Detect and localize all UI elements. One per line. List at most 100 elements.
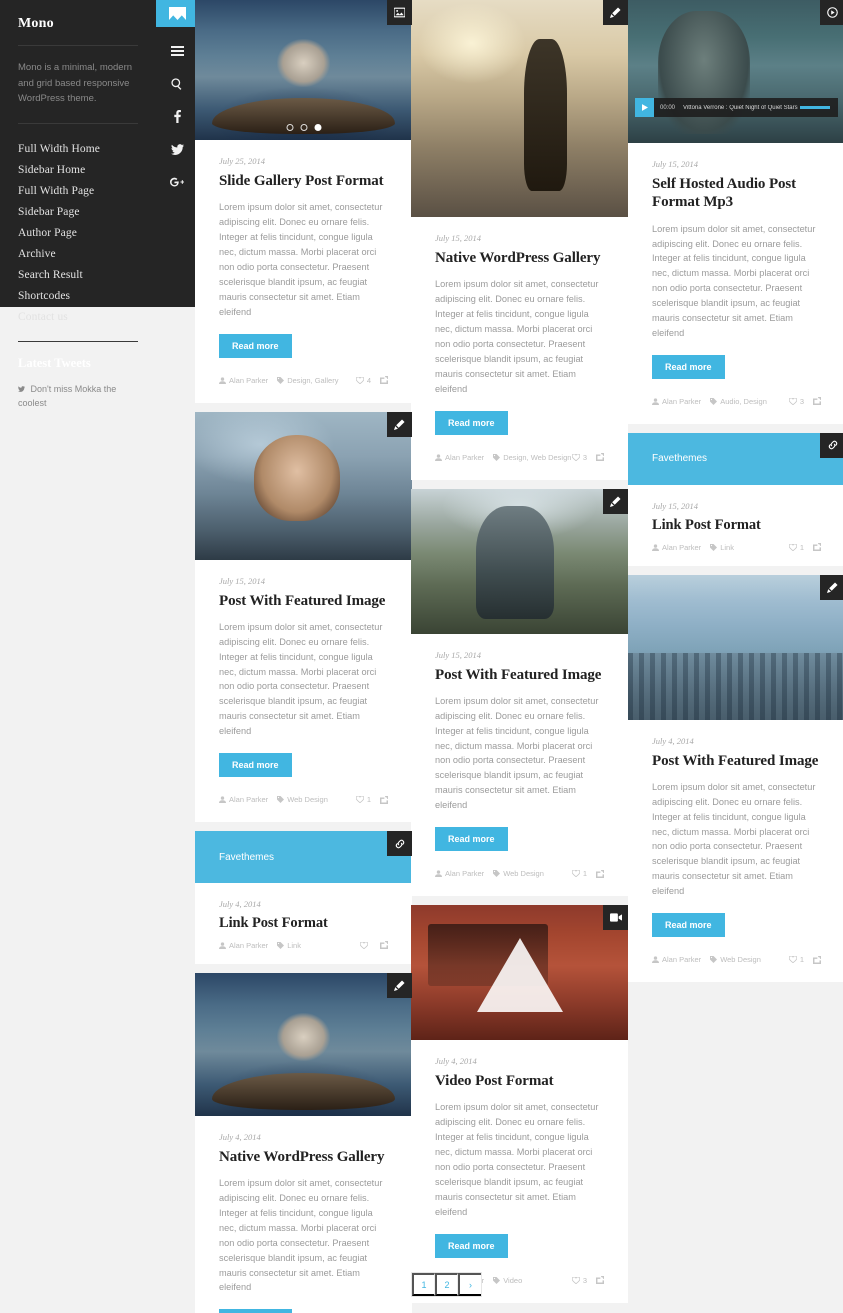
- link-post-header[interactable]: Favethemes: [628, 432, 843, 485]
- audio-player[interactable]: 00:00 Vittoria Verrone : Quiet Night of …: [635, 98, 838, 117]
- post-share[interactable]: [380, 795, 388, 804]
- post-share[interactable]: [813, 397, 821, 406]
- audio-play-button[interactable]: [635, 98, 654, 117]
- play-triangle-icon[interactable]: [476, 938, 563, 1013]
- post-card-audio[interactable]: 00:00 Vittoria Verrone : Quiet Night of …: [628, 0, 843, 424]
- read-more-button[interactable]: Read more: [219, 1309, 292, 1313]
- post-card-link-1[interactable]: Favethemes July 4, 2014 Link Post Format…: [195, 831, 412, 964]
- sidebar-link-sidebar-home[interactable]: Sidebar Home: [18, 159, 138, 180]
- post-card-featured-image-1[interactable]: July 15, 2014 Post With Featured Image L…: [195, 411, 412, 823]
- link-post-header[interactable]: Favethemes: [195, 831, 412, 884]
- pagination[interactable]: 1 2 ›: [411, 1272, 482, 1297]
- sidebar-link-sidebar-page[interactable]: Sidebar Page: [18, 201, 138, 222]
- menu-icon[interactable]: [156, 34, 198, 67]
- sidebar-link-full-width-home[interactable]: Full Width Home: [18, 138, 138, 159]
- post-thumbnail[interactable]: [411, 0, 628, 217]
- post-title[interactable]: Self Hosted Audio Post Format Mp3: [652, 175, 821, 212]
- post-author[interactable]: Alan Parker: [652, 955, 701, 964]
- post-card-link-2[interactable]: Favethemes July 15, 2014 Link Post Forma…: [628, 432, 843, 566]
- pagination-page-1[interactable]: 1: [412, 1273, 435, 1296]
- sidebar-link-search-result[interactable]: Search Result: [18, 264, 138, 285]
- read-more-button[interactable]: Read more: [435, 1233, 508, 1258]
- read-more-button[interactable]: Read more: [219, 333, 292, 358]
- post-share[interactable]: [813, 955, 821, 964]
- post-likes[interactable]: 3: [788, 397, 804, 406]
- post-likes[interactable]: 1: [788, 955, 804, 964]
- sidebar-item-search-result[interactable]: Search Result: [18, 264, 138, 285]
- post-thumbnail-slider[interactable]: [195, 0, 412, 140]
- post-title[interactable]: Post With Featured Image: [652, 752, 821, 770]
- post-categories[interactable]: Video: [493, 1276, 522, 1285]
- post-thumbnail[interactable]: [411, 488, 628, 634]
- sidebar-link-archive[interactable]: Archive: [18, 243, 138, 264]
- post-likes[interactable]: 1: [355, 795, 371, 804]
- google-plus-icon[interactable]: [156, 166, 198, 199]
- sidebar-link-full-width-page[interactable]: Full Width Page: [18, 180, 138, 201]
- sidebar-link-shortcodes[interactable]: Shortcodes: [18, 285, 138, 306]
- sidebar-item-author-page[interactable]: Author Page: [18, 222, 138, 243]
- post-title[interactable]: Post With Featured Image: [219, 592, 388, 610]
- sidebar-link-contact-us[interactable]: Contact us: [18, 306, 138, 327]
- sidebar-link-author-page[interactable]: Author Page: [18, 222, 138, 243]
- search-icon[interactable]: [156, 67, 198, 100]
- post-author[interactable]: Alan Parker: [435, 453, 484, 462]
- post-categories[interactable]: Audio, Design: [710, 397, 767, 406]
- post-title[interactable]: Post With Featured Image: [435, 666, 604, 684]
- post-share[interactable]: [596, 869, 604, 878]
- post-title[interactable]: Link Post Format: [652, 517, 821, 535]
- post-card-featured-image-2[interactable]: July 15, 2014 Post With Featured Image L…: [411, 488, 628, 897]
- sidebar-item-shortcodes[interactable]: Shortcodes: [18, 285, 138, 306]
- sidebar-item-archive[interactable]: Archive: [18, 243, 138, 264]
- post-card-video[interactable]: July 4, 2014 Video Post Format Lorem ips…: [411, 905, 628, 1303]
- slider-dot-2[interactable]: [300, 124, 307, 131]
- post-thumbnail[interactable]: [195, 972, 412, 1116]
- read-more-button[interactable]: Read more: [219, 753, 292, 778]
- slider-dots[interactable]: [286, 124, 321, 131]
- sidebar-item-contact-us[interactable]: Contact us: [18, 306, 138, 327]
- twitter-icon[interactable]: [156, 133, 198, 166]
- read-more-button[interactable]: Read more: [652, 354, 725, 379]
- read-more-button[interactable]: Read more: [435, 827, 508, 852]
- post-card-featured-image-3[interactable]: July 4, 2014 Post With Featured Image Lo…: [628, 574, 843, 983]
- post-categories[interactable]: Link: [277, 941, 301, 950]
- post-likes[interactable]: 1: [571, 869, 587, 878]
- post-share[interactable]: [380, 941, 388, 950]
- post-categories[interactable]: Link: [710, 543, 734, 552]
- post-card-slide-gallery[interactable]: July 25, 2014 Slide Gallery Post Format …: [195, 0, 412, 403]
- audio-volume-slider[interactable]: [800, 106, 830, 109]
- post-card-native-gallery-2[interactable]: July 15, 2014 Native WordPress Gallery L…: [411, 0, 628, 480]
- sidebar-item-sidebar-page[interactable]: Sidebar Page: [18, 201, 138, 222]
- post-share[interactable]: [596, 1276, 604, 1285]
- post-likes[interactable]: [360, 941, 371, 949]
- post-likes[interactable]: 4: [355, 376, 371, 385]
- post-title[interactable]: Video Post Format: [435, 1072, 604, 1090]
- post-thumbnail[interactable]: [195, 411, 412, 560]
- post-title[interactable]: Native WordPress Gallery: [435, 249, 604, 267]
- post-author[interactable]: Alan Parker: [652, 397, 701, 406]
- post-thumbnail-video[interactable]: [411, 905, 628, 1041]
- post-likes[interactable]: 1: [788, 543, 804, 552]
- post-categories[interactable]: Design, Gallery: [277, 376, 338, 385]
- post-thumbnail[interactable]: [628, 574, 843, 720]
- post-categories[interactable]: Design, Web Design: [493, 453, 571, 462]
- sidebar-item-sidebar-home[interactable]: Sidebar Home: [18, 159, 138, 180]
- pagination-next[interactable]: ›: [458, 1273, 481, 1296]
- read-more-button[interactable]: Read more: [435, 410, 508, 435]
- post-author[interactable]: Alan Parker: [219, 376, 268, 385]
- post-categories[interactable]: Web Design: [277, 795, 328, 804]
- post-categories[interactable]: Web Design: [710, 955, 761, 964]
- post-title[interactable]: Slide Gallery Post Format: [219, 172, 388, 190]
- post-likes[interactable]: 3: [571, 453, 587, 462]
- post-author[interactable]: Alan Parker: [219, 941, 268, 950]
- post-share[interactable]: [380, 376, 388, 385]
- post-share[interactable]: [596, 453, 604, 462]
- post-author[interactable]: Alan Parker: [652, 543, 701, 552]
- read-more-button[interactable]: Read more: [652, 913, 725, 938]
- post-author[interactable]: Alan Parker: [435, 869, 484, 878]
- mono-logo-icon[interactable]: [156, 0, 198, 27]
- post-author[interactable]: Alan Parker: [219, 795, 268, 804]
- slider-dot-1[interactable]: [286, 124, 293, 131]
- pagination-page-2[interactable]: 2: [435, 1273, 458, 1296]
- post-card-native-gallery-1[interactable]: July 4, 2014 Native WordPress Gallery Lo…: [195, 972, 412, 1313]
- post-title[interactable]: Link Post Format: [219, 915, 388, 933]
